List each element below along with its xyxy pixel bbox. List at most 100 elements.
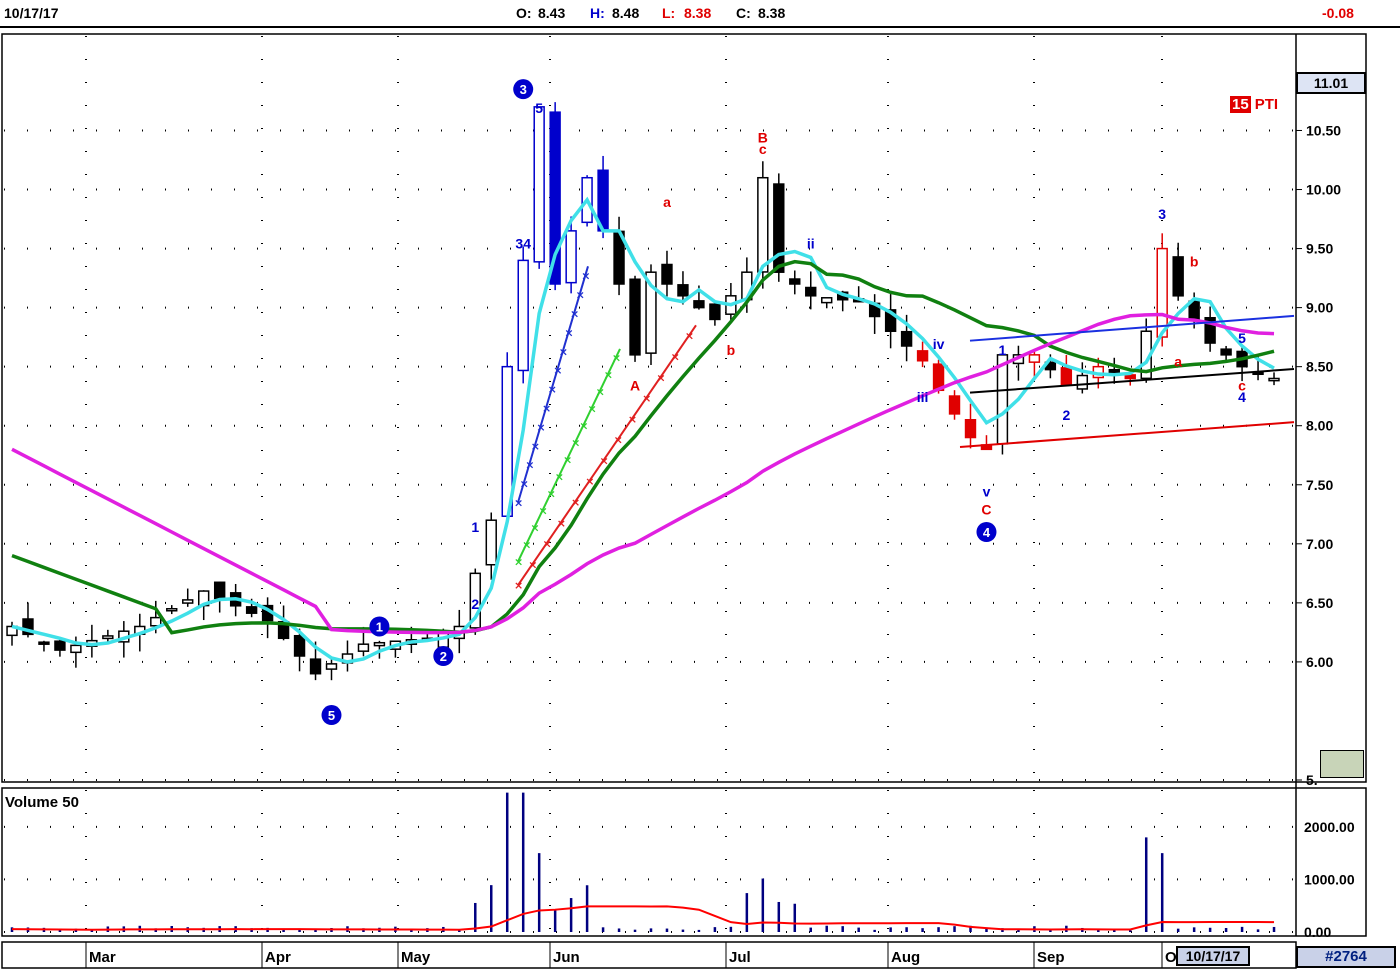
wave-label: iii — [917, 389, 929, 405]
fan-line-red-marker: × — [599, 454, 608, 467]
low-value: 8.38 — [684, 5, 712, 21]
candle-body — [166, 608, 178, 612]
fan-line-red-marker: × — [514, 579, 523, 592]
fan-line-green-marker: × — [612, 351, 621, 364]
volume-panel-title: Volume 50 — [5, 794, 79, 811]
y-tick-label: 8.50 — [1306, 359, 1333, 375]
wave-label: C — [981, 501, 991, 517]
fan-line-red-marker: × — [585, 475, 594, 488]
wave-label: 1 — [999, 342, 1007, 358]
wave-label: 5 — [1238, 330, 1246, 346]
candle-body — [54, 640, 66, 651]
date-axis-frame — [1, 941, 1297, 969]
wave-label: 4 — [1238, 389, 1246, 405]
candle-body — [1268, 377, 1280, 382]
candle-body — [1076, 374, 1089, 390]
chart-tool-icon[interactable] — [1320, 750, 1364, 778]
fan-line-green-marker: × — [514, 556, 523, 569]
candle-body — [293, 634, 306, 657]
current-date-box[interactable]: 10/17/17 — [1176, 946, 1250, 966]
candle-body — [245, 606, 258, 614]
fan-line-green-marker: × — [555, 470, 564, 483]
fan-line-blue-marker: × — [576, 289, 585, 302]
candle-body — [916, 350, 929, 362]
fan-line-blue-marker: × — [548, 383, 557, 396]
candle-body — [325, 663, 338, 670]
fan-line-blue-marker: × — [536, 421, 545, 434]
wave-label: 1 — [376, 619, 383, 634]
y-tick-label: 7.00 — [1306, 536, 1333, 552]
fan-line-green-marker: × — [587, 402, 596, 415]
wave-label: 3 — [520, 82, 527, 97]
fan-line-red-marker: × — [656, 371, 665, 384]
pti-label: PTI — [1254, 96, 1279, 113]
wave-label: iv — [933, 336, 945, 352]
fan-line-red-marker: × — [571, 496, 580, 509]
wave-label: b — [1190, 253, 1199, 269]
candle-body — [757, 176, 769, 273]
fan-line-green-marker: × — [538, 505, 547, 518]
fan-line-green-marker: × — [571, 436, 580, 449]
fan-line-blue-marker: × — [531, 440, 540, 453]
open-value: 8.43 — [538, 5, 566, 21]
record-id-badge[interactable]: #2764 — [1296, 946, 1396, 968]
wave-label: 3 — [1158, 206, 1166, 222]
fan-line-red-marker: × — [557, 517, 566, 530]
x-tick-label: Mar — [89, 949, 116, 966]
candle-body — [309, 658, 322, 675]
fan-line-red-marker: × — [628, 413, 637, 426]
candle-body — [38, 641, 50, 645]
wave-label: a — [1174, 354, 1182, 370]
candle-body — [1156, 247, 1168, 338]
wave-label: b — [727, 342, 736, 358]
x-tick-label: Jul — [729, 949, 751, 966]
candle-body — [182, 599, 194, 604]
wave-label: v — [983, 484, 991, 500]
candle-body — [517, 259, 529, 372]
wave-label: 5 — [535, 100, 543, 116]
quote-date: 10/17/17 — [4, 5, 59, 21]
price-panel-frame — [1, 33, 1367, 783]
candle-body — [789, 278, 801, 285]
x-tick-label: Jun — [553, 949, 580, 966]
ma-mid-line — [11, 259, 1275, 635]
y-tick-label: 5. — [1306, 772, 1318, 788]
vol-tick-label: 1000.00 — [1304, 871, 1355, 887]
fan-line-blue-marker: × — [553, 364, 562, 377]
wave-label: 4 — [983, 525, 991, 540]
fan-line-blue-marker: × — [542, 402, 551, 415]
candle-body — [900, 330, 913, 347]
y-tick-label: 7.50 — [1306, 477, 1333, 493]
pti-indicator: 15 PTI — [1230, 96, 1278, 113]
y-tick-label: 6.00 — [1306, 654, 1333, 670]
wave-label: 2 — [1062, 407, 1070, 423]
candle-body — [805, 286, 817, 297]
candle-body — [102, 635, 114, 640]
y-tick-label: 6.50 — [1306, 595, 1333, 611]
candle-body — [948, 395, 961, 415]
fan-line-green-marker: × — [547, 488, 556, 501]
fan-line-blue-marker: × — [520, 478, 529, 491]
x-tick-label: May — [401, 949, 431, 966]
wave-label: 34 — [515, 236, 531, 252]
y-tick-label: 9.00 — [1306, 300, 1333, 316]
x-tick-label: Sep — [1037, 949, 1065, 966]
candle-body — [677, 284, 689, 297]
change-value: -0.08 — [1322, 5, 1354, 21]
fan-line-blue-marker: × — [559, 345, 568, 358]
fan-line-red-marker: × — [542, 538, 551, 551]
candle-body — [565, 230, 577, 284]
wave-label: c — [759, 141, 767, 157]
candle-body — [709, 303, 721, 321]
close-value: 8.38 — [758, 5, 786, 21]
candle-body — [661, 263, 673, 285]
candle-body — [213, 581, 226, 600]
fan-line-blue-marker: × — [525, 459, 534, 472]
trendline-red — [959, 421, 1295, 448]
fan-line-blue-marker: × — [564, 326, 573, 339]
candle-body — [1172, 256, 1184, 297]
wave-label: 5 — [328, 708, 335, 723]
fan-line-blue-marker: × — [570, 308, 579, 321]
candle-body — [373, 641, 386, 647]
fan-line-green-marker: × — [563, 453, 572, 466]
